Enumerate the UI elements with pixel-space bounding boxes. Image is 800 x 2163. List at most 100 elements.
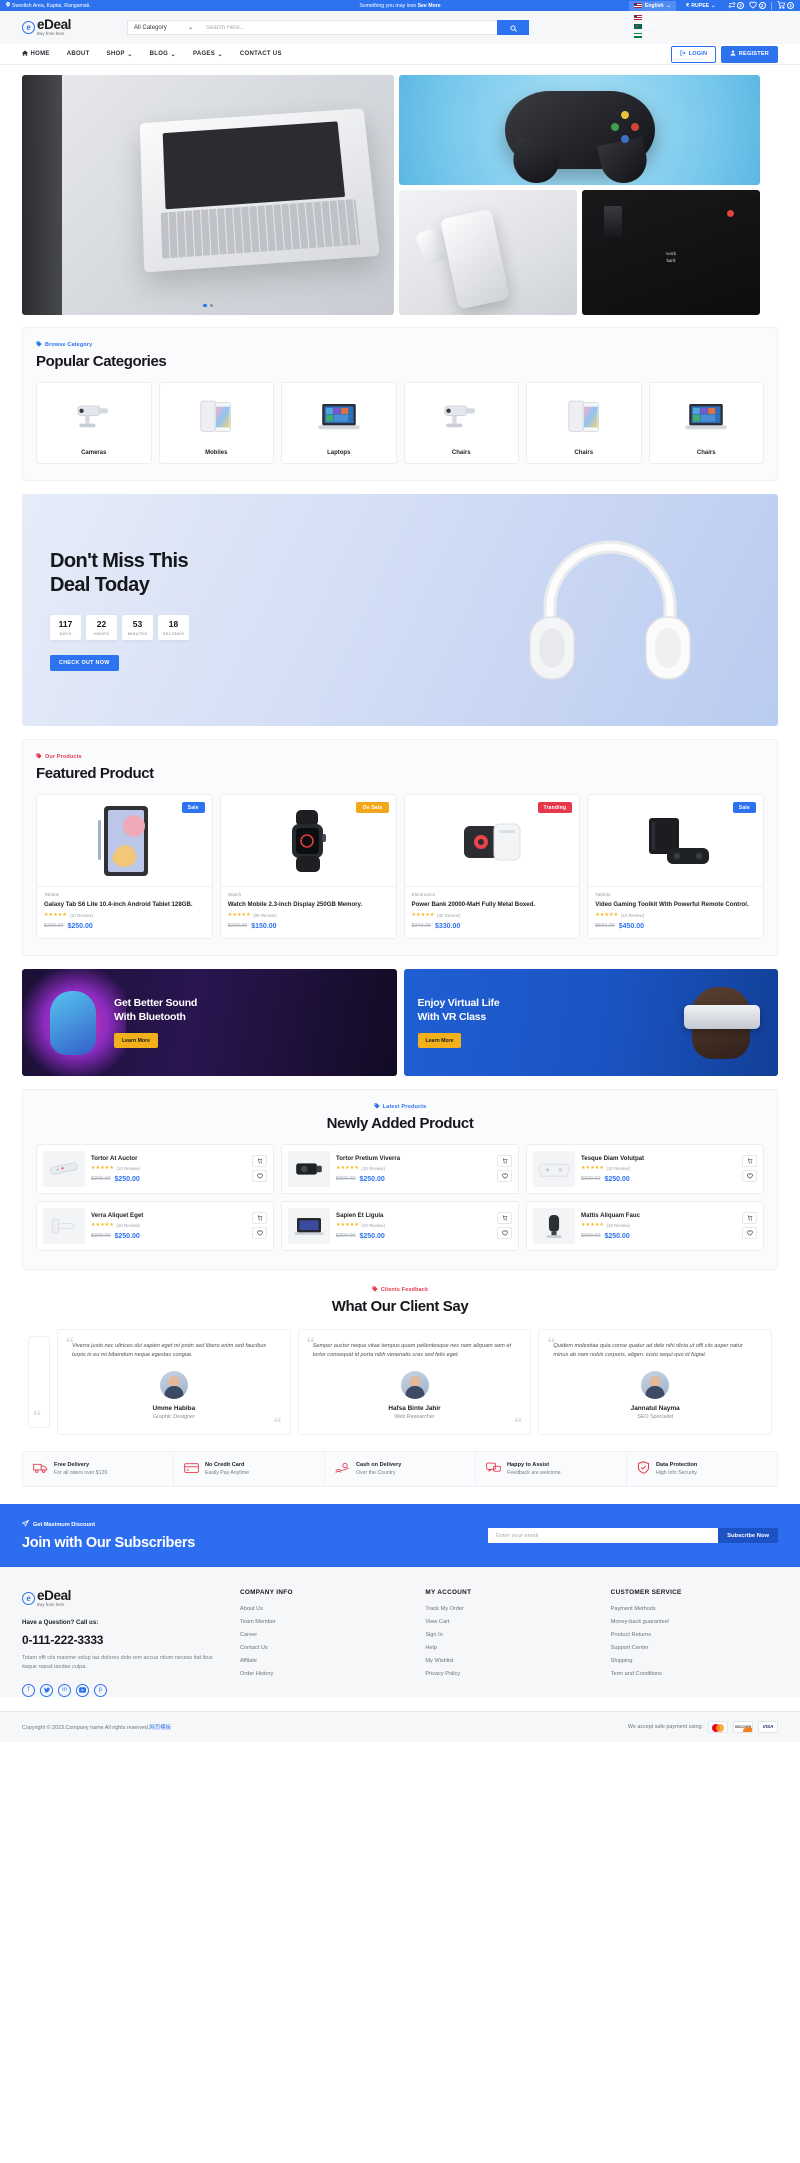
copyright-link[interactable]: 网页模板 (149, 1725, 171, 1731)
linkedin-icon[interactable]: in (58, 1683, 71, 1697)
email-input[interactable] (488, 1528, 719, 1544)
add-to-cart-button[interactable] (742, 1155, 757, 1168)
facebook-icon[interactable]: f (22, 1683, 35, 1697)
footer-link[interactable]: Team Member (240, 1619, 407, 1625)
vr-headset-image (684, 1004, 760, 1029)
product-card[interactable]: Sale Tablets Galaxy Tab S6 Lite 10.4-inc… (36, 794, 213, 939)
register-button[interactable]: REGISTER (721, 45, 778, 63)
add-to-wishlist-button[interactable] (252, 1170, 267, 1183)
product-card[interactable]: On Sale Watch Watch Mobile 2.3-inch Disp… (219, 794, 397, 939)
search-button[interactable] (497, 20, 530, 35)
add-to-cart-button[interactable] (252, 1212, 267, 1225)
mini-product-card[interactable]: Tortor Pretium Viverra ★★★★★ (10 Review)… (281, 1143, 519, 1194)
category-card[interactable]: Laptops (281, 382, 397, 464)
promo-learn-more-button[interactable]: Learn More (417, 1033, 462, 1049)
language-dropdown-menu[interactable]: English Bangla Arabic (628, 10, 681, 42)
promo-banner-bluetooth[interactable]: Get Better Sound With Bluetooth Learn Mo… (22, 968, 397, 1076)
category-card[interactable]: Chairs (648, 382, 764, 464)
footer-link[interactable]: Help (425, 1645, 592, 1651)
add-to-cart-button[interactable] (252, 1155, 267, 1168)
promo-learn-more-button[interactable]: Learn More (114, 1033, 158, 1049)
promo-see-more-link[interactable]: See More (418, 3, 441, 9)
mini-product-card[interactable]: Tortor At Auctor ★★★★★ (10 Review) $300.… (36, 1143, 274, 1194)
testimonial-peek-left[interactable]: “ (28, 1336, 50, 1429)
subscribe-button[interactable]: Subscribe Now (718, 1528, 778, 1544)
footer-link[interactable]: View Cart (425, 1619, 592, 1625)
footer-link[interactable]: Sign In (425, 1632, 592, 1638)
nav-item-about[interactable]: ABOUT (67, 51, 90, 57)
add-to-cart-button[interactable] (497, 1155, 512, 1168)
quote-icon: “ (66, 1334, 74, 1352)
mini-product-card[interactable]: Verra Aliquet Eget ★★★★★ (10 Review) $30… (36, 1200, 274, 1251)
nav-item-blog[interactable]: BLOG ⌄ (150, 51, 176, 58)
gamepad-button-yellow (620, 111, 629, 119)
category-select[interactable]: All Category ⌄ (127, 20, 200, 35)
footer-link[interactable]: Payment Methods (611, 1606, 778, 1612)
currency-selector[interactable]: ₹ RUPEE ⌄ (686, 3, 716, 9)
footer-link[interactable]: Product Returns (611, 1632, 778, 1638)
category-card[interactable]: Chairs (526, 382, 642, 464)
mini-product-actions (497, 1212, 512, 1240)
mini-product-card[interactable]: Mattis Aliquam Fauc ★★★★★ (10 Review) $3… (526, 1200, 764, 1251)
nav-item-shop[interactable]: SHOP ⌄ (107, 51, 133, 58)
product-card[interactable]: Tranding Electronics Power Bank 20000-Ma… (403, 794, 581, 939)
add-to-wishlist-button[interactable] (742, 1227, 757, 1240)
footer-link[interactable]: About Us (240, 1606, 407, 1612)
add-to-wishlist-button[interactable] (742, 1170, 757, 1183)
footer-logo[interactable]: e eDeal Buy from here (22, 1589, 222, 1607)
footer-link[interactable]: Privacy Policy (425, 1671, 592, 1677)
hero-dark-banner[interactable]: work hard (582, 190, 760, 315)
footer-phone[interactable]: 0-111-222-3333 (22, 1633, 222, 1647)
twitter-icon[interactable] (40, 1683, 53, 1697)
footer-link[interactable]: Track My Order (425, 1606, 592, 1612)
language-option-label: Arabic (644, 32, 662, 38)
footer-link[interactable]: Shipping (611, 1658, 778, 1664)
footer-link[interactable]: Affilate (240, 1658, 407, 1664)
footer-link[interactable]: Order History (240, 1671, 407, 1677)
add-to-wishlist-button[interactable] (497, 1170, 512, 1183)
home-icon (22, 50, 28, 58)
add-to-wishlist-button[interactable] (497, 1227, 512, 1240)
nav-item-contact-us[interactable]: CONTACT US (240, 51, 282, 57)
footer-link[interactable]: My Wishlist (425, 1658, 592, 1664)
hero-slider-dots[interactable] (203, 303, 213, 307)
footer-link[interactable]: Career (240, 1632, 407, 1638)
add-to-wishlist-button[interactable] (252, 1227, 267, 1240)
language-option-bangla[interactable]: Bangla (629, 22, 681, 31)
language-button[interactable]: English ⌄ (628, 0, 676, 11)
mini-product-card[interactable]: Tesque Diam Volutpat ★★★★★ (10 Review) $… (526, 1143, 764, 1194)
youtube-icon[interactable] (76, 1683, 89, 1697)
footer-link[interactable]: Contact Us (240, 1645, 407, 1651)
language-option-arabic[interactable]: Arabic (629, 31, 681, 40)
mini-product-card[interactable]: Sapien Et Ligula ★★★★★ (10 Review) $300.… (281, 1200, 519, 1251)
category-card[interactable]: Mobiles (158, 382, 274, 464)
footer-link[interactable]: Support Center (611, 1645, 778, 1651)
category-card[interactable]: Chairs (403, 382, 519, 464)
add-to-cart-button[interactable] (742, 1212, 757, 1225)
site-logo[interactable]: e eDeal Buy from here (22, 18, 71, 36)
compare-button[interactable]: 3 (727, 1, 744, 11)
hero-main-slide[interactable] (22, 75, 394, 315)
product-card[interactable]: Sale Tablets Video Gaming Toolkit With P… (587, 794, 764, 939)
price-new: $250.00 (114, 1175, 140, 1183)
promo-banner-vr[interactable]: Enjoy Virtual Life With VR Class Learn M… (403, 968, 778, 1076)
hero-gamepad-banner[interactable] (399, 75, 760, 185)
wishlist-button[interactable]: 3 (749, 1, 766, 11)
checkout-now-button[interactable]: CHECK OUT NOW (50, 655, 119, 672)
cart-button[interactable]: 3 (777, 0, 794, 11)
footer-link[interactable]: Term and Conditions (611, 1671, 778, 1677)
footer-link[interactable]: Money-back guarantee! (611, 1619, 778, 1625)
category-card[interactable]: Cameras (36, 382, 152, 464)
pinterest-icon[interactable]: p (94, 1683, 107, 1697)
hero-dot-2[interactable] (209, 303, 213, 307)
search-input[interactable] (199, 20, 498, 35)
hero-dot-1[interactable] (203, 303, 207, 307)
language-selector[interactable]: English ⌄ English Bangla Arabic (628, 0, 681, 42)
hero-phone-banner[interactable] (399, 190, 577, 315)
language-option-english[interactable]: English (629, 13, 681, 22)
nav-item-home[interactable]: HOME (22, 50, 50, 58)
nav-item-pages[interactable]: PAGES ⌄ (193, 51, 223, 58)
login-button[interactable]: LOGIN (671, 45, 717, 63)
testimonial-card: “ Quidem molestiae quia conse quatur ad … (538, 1328, 773, 1436)
add-to-cart-button[interactable] (497, 1212, 512, 1225)
